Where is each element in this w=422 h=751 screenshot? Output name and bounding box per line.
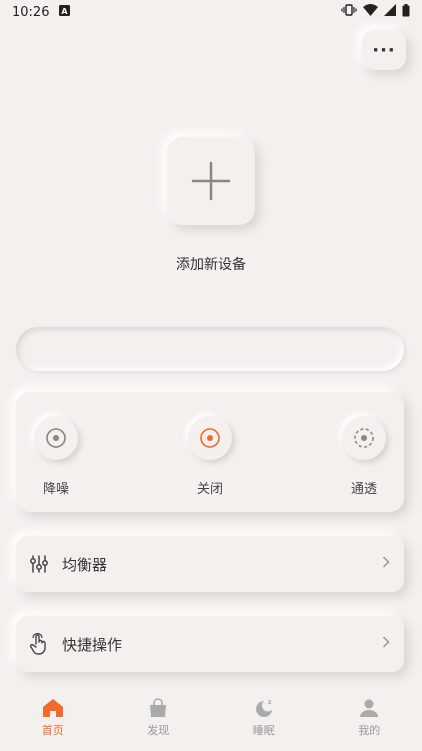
mode-transparency[interactable]: 通透: [324, 416, 404, 497]
add-device-label: 添加新设备: [176, 257, 246, 273]
shortcuts-row[interactable]: 快捷操作: [16, 616, 404, 672]
nav-label: 首页: [41, 724, 64, 737]
moon-icon: z: [255, 699, 272, 717]
nav-label: 睡眠: [252, 724, 275, 737]
svg-text:A: A: [62, 6, 69, 15]
home-icon: [42, 699, 63, 717]
device-status-bar: [16, 327, 404, 371]
more-icon: ···: [372, 39, 396, 61]
chevron-right-icon: [382, 636, 390, 652]
status-bar: 10:26 A: [0, 0, 422, 24]
notification-a-icon: A: [59, 4, 71, 20]
nav-label: 我的: [358, 724, 381, 737]
svg-text:z: z: [268, 699, 272, 706]
shortcuts-label: 快捷操作: [62, 635, 123, 654]
add-device-button[interactable]: [167, 137, 255, 225]
nav-profile[interactable]: 我的: [329, 690, 409, 738]
equalizer-label: 均衡器: [62, 555, 108, 574]
plus-icon: [191, 161, 231, 201]
mode-label: 关闭: [196, 482, 223, 497]
chevron-right-icon: [382, 556, 390, 572]
bag-icon: [150, 698, 167, 717]
transparency-icon: [342, 416, 386, 460]
noise-mode-card: 降噪 关闭 通透: [16, 392, 404, 512]
bottom-navigation: 首页 发现 z 睡眠 我的: [0, 690, 422, 751]
noise-cancel-icon: [34, 416, 78, 460]
touch-gesture-icon: [28, 633, 50, 655]
vibrate-icon: [341, 4, 357, 20]
mode-label: 降噪: [42, 482, 69, 497]
mode-off[interactable]: 关闭: [170, 416, 250, 497]
nav-home[interactable]: 首页: [13, 690, 93, 738]
nav-sleep[interactable]: z 睡眠: [224, 690, 304, 738]
wifi-icon: [363, 4, 378, 20]
equalizer-icon: [28, 553, 50, 575]
status-time: 10:26: [12, 4, 50, 20]
mode-label: 通透: [350, 482, 377, 497]
battery-icon: [402, 3, 410, 21]
nav-label: 发现: [147, 724, 170, 737]
more-options-button[interactable]: ···: [362, 30, 406, 70]
profile-icon: [360, 699, 379, 717]
off-icon: [188, 416, 232, 460]
nav-discover[interactable]: 发现: [118, 690, 198, 738]
signal-icon: [384, 4, 396, 20]
equalizer-row[interactable]: 均衡器: [16, 536, 404, 592]
mode-noise-cancel[interactable]: 降噪: [16, 416, 96, 497]
